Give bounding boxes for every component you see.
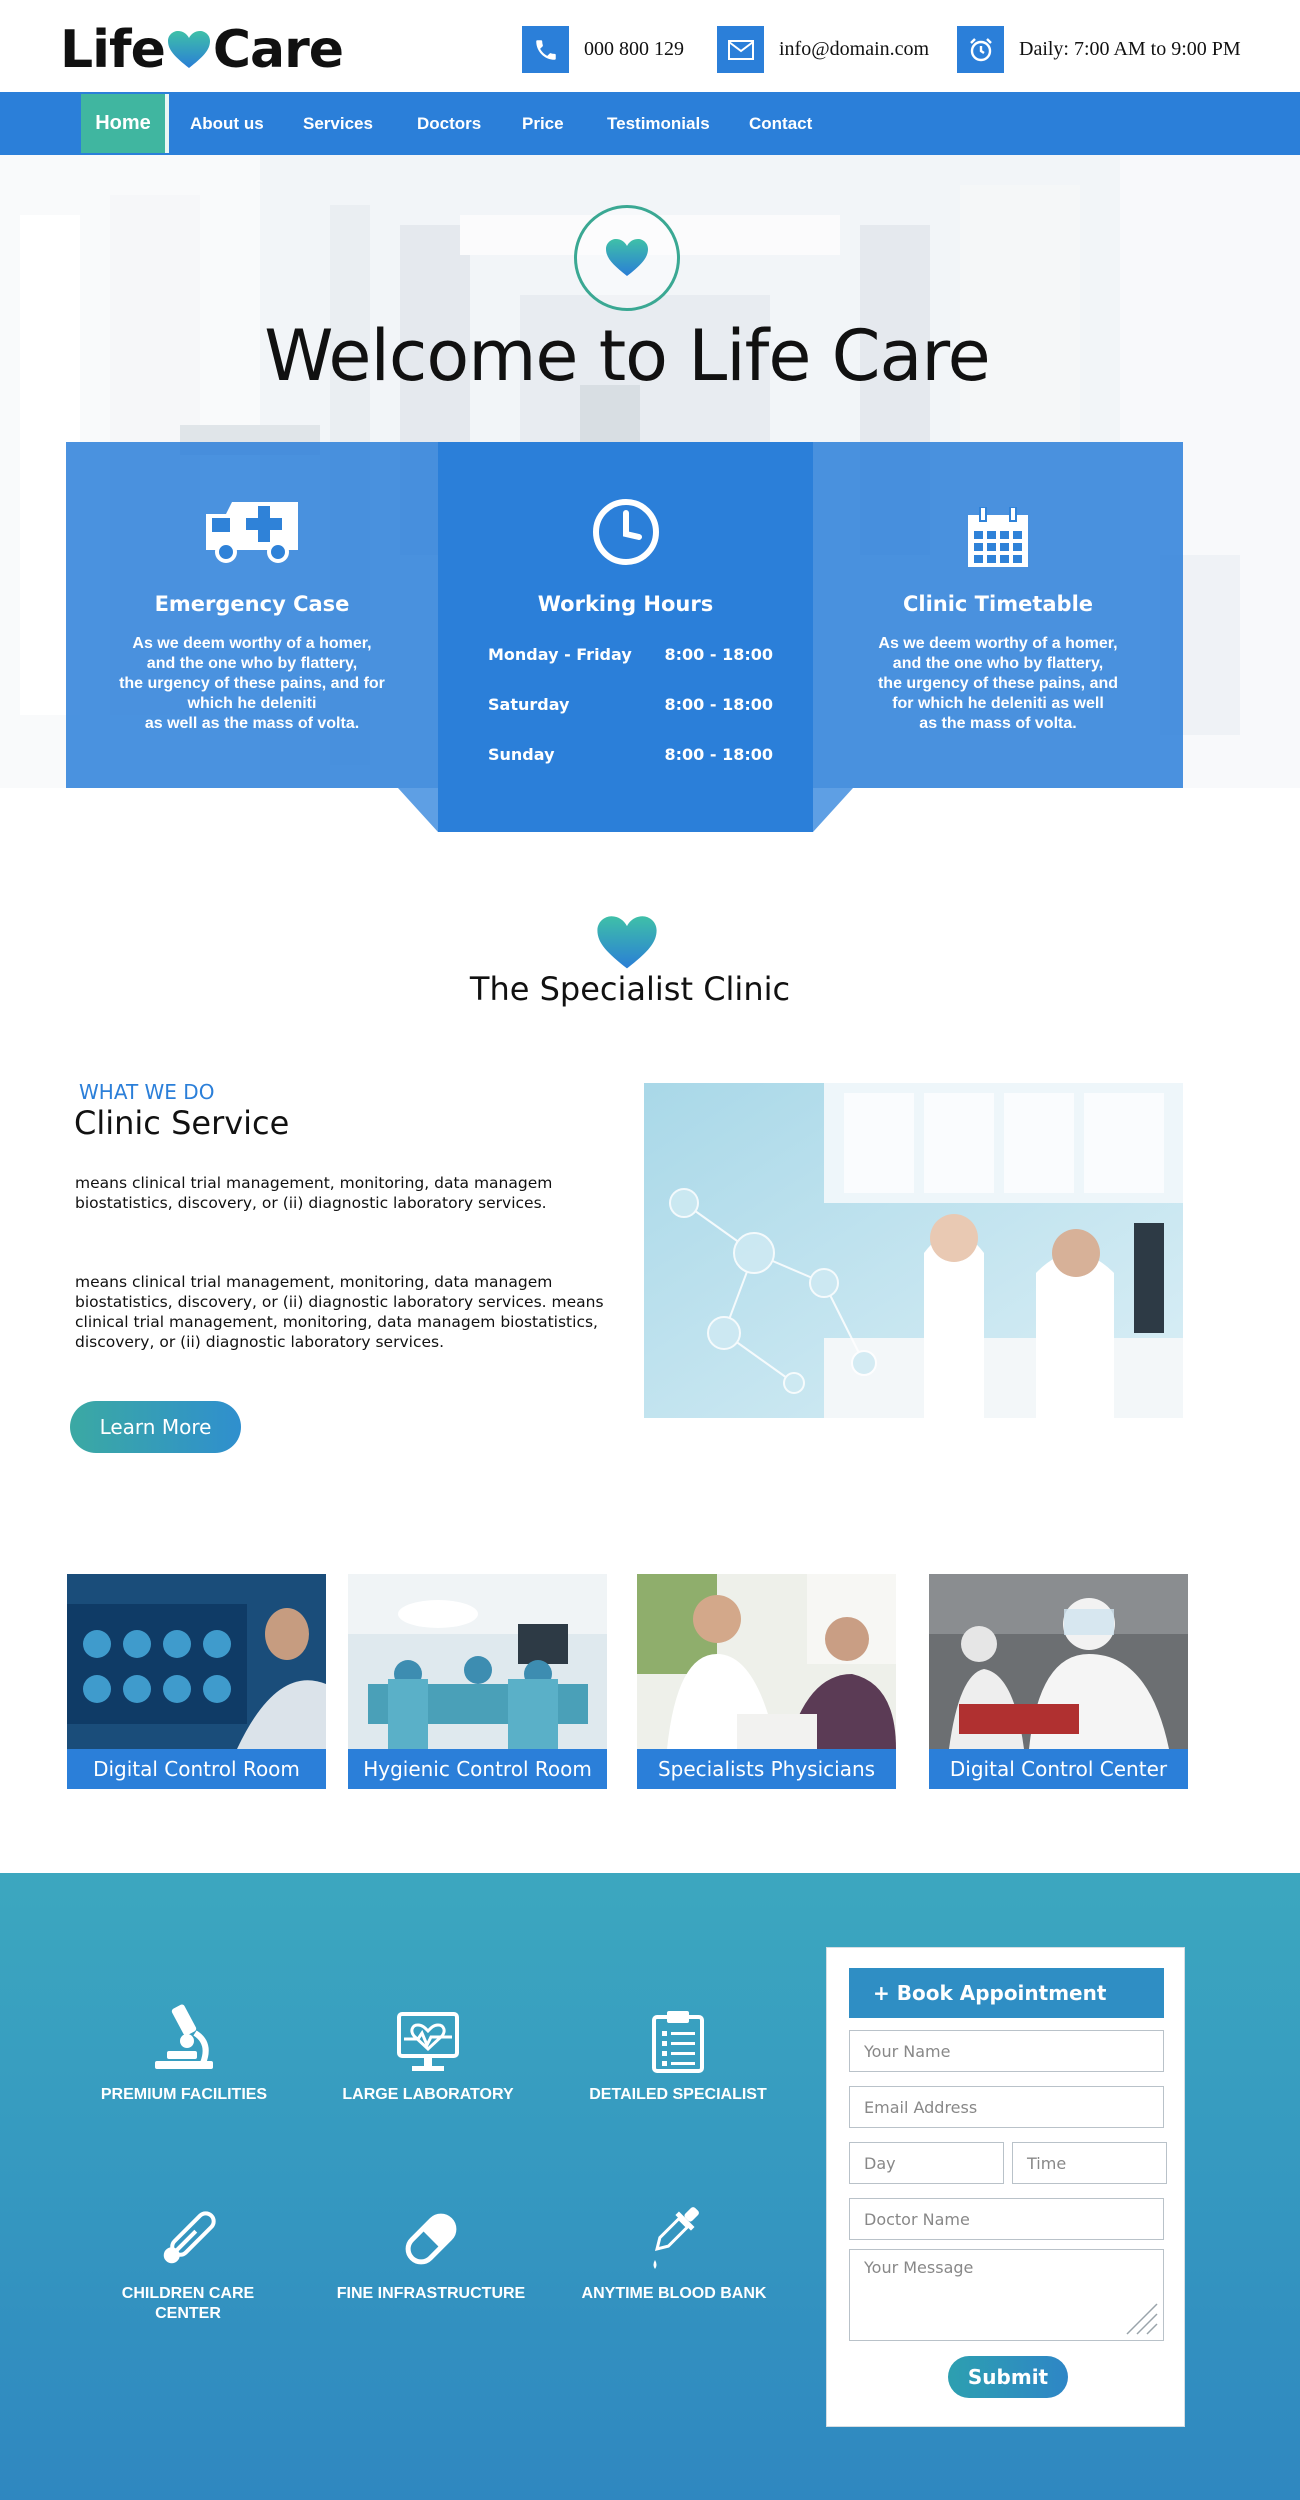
- feature-label: DETAILED SPECIALIST: [589, 2086, 767, 2103]
- time-input[interactable]: Time: [1012, 2142, 1167, 2184]
- service-paragraph-1: means clinical trial management, monitor…: [75, 1174, 553, 1212]
- service-card-digital-control-center[interactable]: Digital Control Center: [929, 1574, 1188, 1789]
- email-address: info@domain.com: [779, 38, 930, 60]
- service-card-specialists-physicians[interactable]: Specialists Physicians: [637, 1574, 896, 1789]
- thermometer-icon: [68, 2196, 308, 2272]
- laboratory-image: [644, 1083, 1183, 1418]
- main-navigation: Home About us Services Doctors Price Tes…: [0, 92, 1300, 155]
- service-card-digital-control-room[interactable]: Digital Control Room: [67, 1574, 326, 1789]
- logo-text-life: Life: [60, 20, 166, 80]
- hours-time: 8:00 - 18:00: [664, 645, 773, 664]
- service-paragraph-2: means clinical trial management, monitor…: [75, 1273, 604, 1351]
- hours-row-weekdays: Monday - Friday 8:00 - 18:00: [488, 645, 773, 664]
- clock-icon: [438, 497, 813, 567]
- card-label: Digital Control Center: [929, 1749, 1188, 1789]
- hours-contact: Daily: 7:00 AM to 9:00 PM: [957, 26, 1241, 73]
- ambulance-icon: [66, 494, 438, 564]
- section-title: The Specialist Clinic: [469, 970, 791, 1008]
- envelope-icon: [717, 26, 764, 73]
- monitor-heartbeat-icon: [308, 1997, 548, 2073]
- hours-day: Sunday: [488, 745, 555, 764]
- hours-time: 8:00 - 18:00: [664, 745, 773, 764]
- card-image: [67, 1574, 326, 1749]
- submit-button[interactable]: Submit: [948, 2356, 1068, 2398]
- card-label: Specialists Physicians: [637, 1749, 896, 1789]
- feature-label: ANYTIME BLOOD BANK: [581, 2285, 767, 2302]
- working-hours-title: Working Hours: [537, 592, 714, 616]
- feature-label: CHILDREN CARE CENTER: [121, 2285, 255, 2322]
- hours-day: Saturday: [488, 695, 570, 714]
- hours-day: Monday - Friday: [488, 645, 632, 664]
- heart-icon: [596, 914, 658, 977]
- emergency-case-panel: Emergency Case As we deem worthy of a ho…: [66, 442, 438, 788]
- feature-fine-infrastructure: FINE INFRASTRUCTURE: [311, 2196, 551, 2304]
- section-kicker: WHAT WE DO: [79, 1080, 215, 1104]
- logo-text-care: Care: [212, 20, 344, 80]
- clinic-service-heading: Clinic Service: [74, 1104, 290, 1142]
- nav-item-testimonials[interactable]: Testimonials: [607, 92, 710, 155]
- panel-wing-left: [398, 788, 438, 832]
- phone-icon: [522, 26, 569, 73]
- hero-heart-badge: [574, 205, 680, 311]
- nav-item-contact[interactable]: Contact: [749, 92, 812, 155]
- phone-contact[interactable]: 000 800 129: [522, 26, 684, 73]
- heart-icon: [606, 239, 648, 276]
- book-appointment-form: + Book Appointment Your Name Email Addre…: [826, 1947, 1185, 2427]
- hours-row-sunday: Sunday 8:00 - 18:00: [488, 745, 773, 764]
- feature-label: PREMIUM FACILITIES: [100, 2086, 268, 2103]
- book-appointment-title: + Book Appointment: [849, 1968, 1164, 2018]
- card-image: [637, 1574, 896, 1749]
- feature-anytime-blood-bank: ANYTIME BLOOD BANK: [554, 2196, 794, 2304]
- email-input[interactable]: Email Address: [849, 2086, 1164, 2128]
- nav-item-price[interactable]: Price: [522, 92, 564, 155]
- top-header: Life Care 000 800 129 info@domain.com Da…: [0, 0, 1300, 92]
- learn-more-button[interactable]: Learn More: [70, 1401, 241, 1453]
- email-contact[interactable]: info@domain.com: [717, 26, 929, 73]
- emergency-case-title: Emergency Case: [154, 592, 350, 616]
- hero-title: Welcome to Life Care: [264, 315, 990, 397]
- nav-item-about-us[interactable]: About us: [190, 92, 264, 155]
- doctor-name-input[interactable]: Doctor Name: [849, 2198, 1164, 2240]
- service-card-hygienic-control-room[interactable]: Hygienic Control Room: [348, 1574, 607, 1789]
- phone-number: 000 800 129: [584, 38, 684, 60]
- alarm-clock-icon: [957, 26, 1004, 73]
- message-placeholder: Your Message: [864, 2258, 974, 2277]
- opening-hours: Daily: 7:00 AM to 9:00 PM: [1019, 38, 1241, 60]
- nav-item-services[interactable]: Services: [303, 92, 373, 155]
- card-image: [348, 1574, 607, 1749]
- feature-premium-facilities: PREMIUM FACILITIES: [64, 1997, 304, 2105]
- clinic-timetable-title: Clinic Timetable: [902, 592, 1094, 616]
- hours-time: 8:00 - 18:00: [664, 695, 773, 714]
- microscope-icon: [64, 1997, 304, 2073]
- nav-item-home[interactable]: Home: [81, 94, 169, 153]
- day-input[interactable]: Day: [849, 2142, 1004, 2184]
- pill-icon: [311, 2196, 551, 2272]
- feature-detailed-specialist: DETAILED SPECIALIST: [558, 1997, 798, 2105]
- message-textarea[interactable]: Your Message: [849, 2249, 1164, 2341]
- heart-logo-icon: [167, 31, 210, 68]
- feature-label: LARGE LABORATORY: [342, 2086, 514, 2103]
- dropper-icon: [554, 2196, 794, 2272]
- nav-item-doctors[interactable]: Doctors: [417, 92, 481, 155]
- emergency-case-text: As we deem worthy of a homer, and the on…: [119, 635, 385, 732]
- resize-handle-icon[interactable]: [1123, 2300, 1159, 2336]
- feature-children-care-center: CHILDREN CARE CENTER: [68, 2196, 308, 2324]
- site-logo[interactable]: Life Care: [60, 20, 344, 80]
- feature-label: FINE INFRASTRUCTURE: [336, 2285, 526, 2302]
- panel-wing-right: [813, 788, 853, 832]
- card-label: Digital Control Room: [67, 1749, 326, 1789]
- clinic-timetable-panel: Clinic Timetable As we deem worthy of a …: [813, 442, 1183, 788]
- clinic-timetable-text: As we deem worthy of a homer, and the on…: [877, 635, 1119, 732]
- calendar-icon: [813, 507, 1183, 569]
- clipboard-icon: [558, 1997, 798, 2073]
- working-hours-panel: Working Hours Monday - Friday 8:00 - 18:…: [438, 442, 813, 832]
- name-input[interactable]: Your Name: [849, 2030, 1164, 2072]
- feature-large-laboratory: LARGE LABORATORY: [308, 1997, 548, 2105]
- card-image: [929, 1574, 1188, 1749]
- card-label: Hygienic Control Room: [348, 1749, 607, 1789]
- hours-row-saturday: Saturday 8:00 - 18:00: [488, 695, 773, 714]
